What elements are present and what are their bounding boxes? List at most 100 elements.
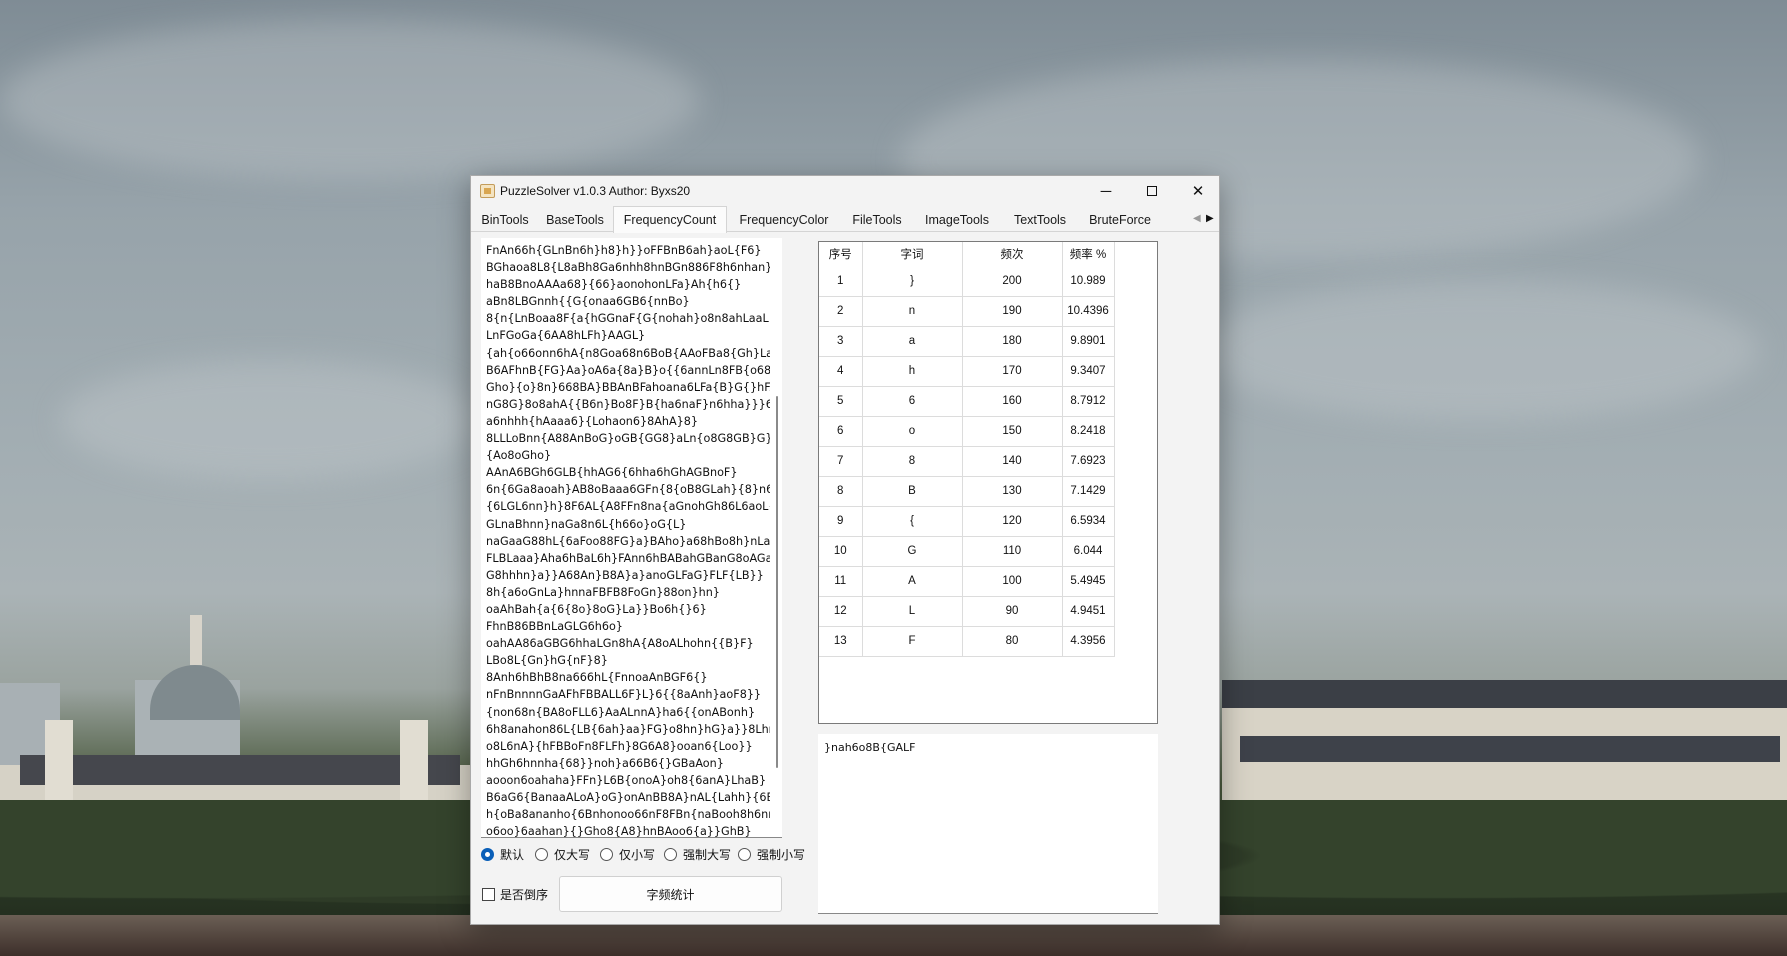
tab-frequencycolor[interactable]: FrequencyColor xyxy=(727,209,841,232)
table-row[interactable]: 7 8 140 7.6923 xyxy=(819,446,1115,477)
tab-bintools[interactable]: BinTools xyxy=(473,209,537,232)
tab-frequencycount[interactable]: FrequencyCount xyxy=(613,206,727,233)
table-row[interactable]: 9{120 6.5934 xyxy=(819,506,1115,537)
input-line: B6AFhnB{FG}Aa}oA6a{8a}B}o{{6annLn8FB{o68… xyxy=(486,363,770,377)
reverse-checkbox[interactable]: 是否倒序 xyxy=(482,886,548,903)
input-line: 6h8anahon86L{LB{6ah}aa}FG}o8hn}hG}a}}8Lh… xyxy=(486,722,770,736)
frequency-table[interactable]: 序号 字词 频次 频率 % 1} 200 10.989 2 n 190 10.4396 3 a 1… xyxy=(818,241,1158,724)
input-textarea[interactable]: FnAn66h{GLnBn6h}h8}h}}oFFBnB6ah}aoL{F6} B… xyxy=(481,238,782,838)
input-line: Gho}{o}8n}668BA}BBAnBFahoana6LFa{B}G{}hF… xyxy=(486,380,770,394)
tab-strip: BinTools BaseTools FrequencyCount Freque… xyxy=(471,206,1219,233)
cell-count: 120 xyxy=(962,506,1063,537)
maximize-button[interactable] xyxy=(1129,176,1175,206)
radio-force-upper[interactable]: 强制大写 xyxy=(664,846,731,863)
maximize-icon xyxy=(1147,186,1157,196)
input-line: naGaaG88hL{6aFoo88FG}a}BAho}a68hBo8h}nLa… xyxy=(486,534,770,548)
cell-char: n xyxy=(862,296,963,327)
cell-index: 1 xyxy=(819,266,863,297)
radio-upper-only[interactable]: 仅大写 xyxy=(535,846,590,863)
cell-count: 130 xyxy=(962,476,1063,507)
cell-percent: 7.6923 xyxy=(1062,446,1115,477)
table-row[interactable]: 11 A 100 5.4945 xyxy=(819,566,1115,597)
radio-icon xyxy=(664,848,677,861)
radio-icon xyxy=(600,848,613,861)
tab-scroll-right-icon[interactable]: ▶ xyxy=(1206,213,1215,225)
table-row[interactable]: 1} 200 10.989 xyxy=(819,266,1115,297)
input-line: oaAhBah{a{6{8o}8oG}La}}Bo6h{}6} xyxy=(486,602,707,616)
table-row[interactable]: 13 F 80 4.3956 xyxy=(819,626,1115,657)
input-line: 6n{6Ga8aoah}AB8oBaaa6GFn{8{oB8GLah}{8}n6… xyxy=(486,483,770,497)
input-line: 8{n{LnBoaa8F{a{hGGnaF{G{nohah}o8n8ahLaaL… xyxy=(486,312,770,326)
cell-char: h xyxy=(862,356,963,387)
radio-default[interactable]: 默认 xyxy=(481,846,524,863)
cell-percent: 6.5934 xyxy=(1062,506,1115,537)
table-row[interactable]: 8 B 130 7.1429 xyxy=(819,476,1115,507)
header-char[interactable]: 字词 xyxy=(862,242,963,266)
radio-icon xyxy=(738,848,751,861)
table-row[interactable]: 6 o 150 8.2418 xyxy=(819,416,1115,447)
input-line: a6nhhh{hAaaa6}{Lohaon6}8AhA}8} xyxy=(486,414,698,428)
cell-char: } xyxy=(862,266,963,297)
input-scrollbar[interactable] xyxy=(772,238,782,837)
title-bar[interactable]: PuzzleSolver v1.0.3 Author: Byxs20 ─ ✕ xyxy=(471,176,1219,206)
cell-index: 13 xyxy=(819,626,863,657)
cell-index: 8 xyxy=(819,476,863,507)
cell-percent: 9.3407 xyxy=(1062,356,1115,387)
tab-basetools[interactable]: BaseTools xyxy=(537,209,613,232)
window-title: PuzzleSolver v1.0.3 Author: Byxs20 xyxy=(500,184,691,198)
header-percent[interactable]: 频率 % xyxy=(1062,242,1115,266)
table-row[interactable]: 5 6 160 8.7912 xyxy=(819,386,1115,417)
cell-char: L xyxy=(862,596,963,627)
table-row[interactable]: 4 h 170 9.3407 xyxy=(819,356,1115,387)
input-line: hhGh6hnnha{68}}noh}a66B6{}GBaAon} xyxy=(486,756,724,770)
input-line: oahAA86aGBG6hhaLGn8hA{A8oALhohn{{B}F} xyxy=(486,637,754,651)
app-window: PuzzleSolver v1.0.3 Author: Byxs20 ─ ✕ B… xyxy=(470,175,1220,925)
frequency-count-button[interactable]: 字频统计 xyxy=(559,876,782,912)
header-count[interactable]: 频次 xyxy=(962,242,1063,266)
tab-filetools[interactable]: FileTools xyxy=(841,209,913,232)
tab-imagetools[interactable]: ImageTools xyxy=(913,209,1001,232)
tab-scroll-left-icon[interactable]: ◀ xyxy=(1193,213,1202,225)
input-line: AAnA6BGh6GLB{hhAG6{6hha6hGhAGBnoF} xyxy=(486,466,738,480)
case-options: 默认 仅大写 仅小写 强制大写 强制小写 xyxy=(481,846,811,864)
close-button[interactable]: ✕ xyxy=(1175,176,1221,206)
tab-bruteforce[interactable]: BruteForce xyxy=(1079,209,1161,232)
cell-char: o xyxy=(862,416,963,447)
input-scrollbar-thumb[interactable] xyxy=(776,396,778,768)
cell-index: 11 xyxy=(819,566,863,597)
cell-char: B xyxy=(862,476,963,507)
cell-count: 100 xyxy=(962,566,1063,597)
cell-percent: 4.3956 xyxy=(1062,626,1115,657)
input-line: G8hhhn}a}}A68An}B8A}a}anoGLFaG}FLF{LB}} xyxy=(486,568,764,582)
output-textbox[interactable]: }nah6o8B{GALF xyxy=(818,734,1158,914)
checkbox-icon xyxy=(482,888,495,901)
input-line: {non68n{BA8oFLL6}AaALnnA}ha6{{onABonh} xyxy=(486,705,756,719)
tab-texttools[interactable]: TextTools xyxy=(1001,209,1079,232)
cell-percent: 8.7912 xyxy=(1062,386,1115,417)
input-line: {ah{o66onn6hA{n8Goa68n6BoB{AAoFBa8{Gh}La… xyxy=(486,346,770,360)
cell-count: 110 xyxy=(962,536,1063,567)
cell-index: 5 xyxy=(819,386,863,417)
cell-count: 190 xyxy=(962,296,1063,327)
cell-percent: 9.8901 xyxy=(1062,326,1115,357)
input-line: 8LLLoBnn{A88AnBoG}oGB{GG8}aLn{o8G8GB}G} xyxy=(486,432,770,446)
input-line: haB8BnoAAAa68}{66}aonohonLFa}Ah{h6{} xyxy=(486,278,742,292)
input-line: 8Anh6hBhB8na666hL{FnnoaAnBGF6{} xyxy=(486,671,708,685)
cell-char: 6 xyxy=(862,386,963,417)
input-line: {6LGL6nn}h}8F6AL{A8FFn8na{aGnohGh86L6aoL… xyxy=(486,500,770,514)
cell-char: a xyxy=(862,326,963,357)
table-row[interactable]: 2 n 190 10.4396 xyxy=(819,296,1115,327)
table-row[interactable]: 10 G 110 6.044 xyxy=(819,536,1115,567)
radio-lower-only[interactable]: 仅小写 xyxy=(600,846,655,863)
cell-char: 8 xyxy=(862,446,963,477)
cell-char: { xyxy=(862,506,963,537)
cell-percent: 7.1429 xyxy=(1062,476,1115,507)
minimize-button[interactable]: ─ xyxy=(1083,176,1129,206)
input-line: LnFGoGa{6AA8hLFh}AAGL} xyxy=(486,329,646,343)
table-row[interactable]: 12 L 90 4.9451 xyxy=(819,596,1115,627)
cell-percent: 10.989 xyxy=(1062,266,1115,297)
header-index[interactable]: 序号 xyxy=(819,242,863,266)
cell-count: 180 xyxy=(962,326,1063,357)
table-row[interactable]: 3 a 180 9.8901 xyxy=(819,326,1115,357)
radio-force-lower[interactable]: 强制小写 xyxy=(738,846,805,863)
